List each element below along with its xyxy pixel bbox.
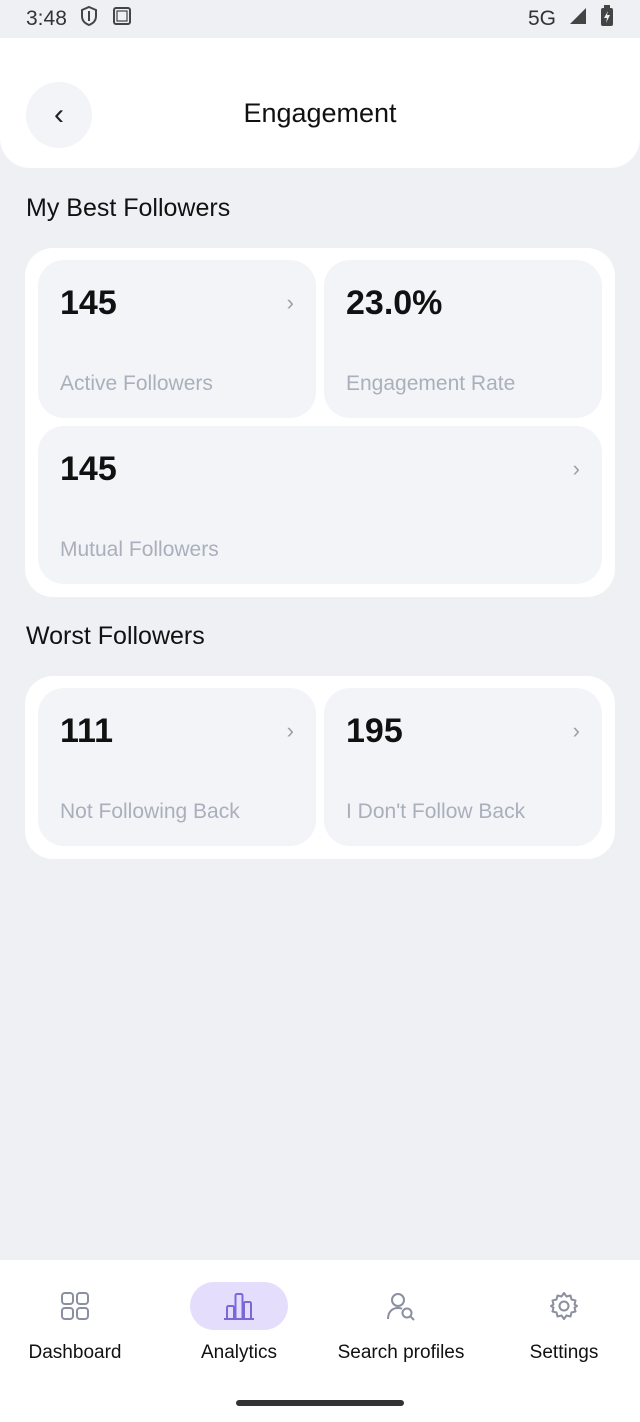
- mutual-followers-card[interactable]: 145 › Mutual Followers: [38, 426, 602, 584]
- nav-settings[interactable]: Settings: [484, 1282, 640, 1382]
- nav-settings-label: Settings: [529, 1342, 599, 1363]
- status-left: 3:48: [26, 5, 133, 33]
- mutual-followers-label: Mutual Followers: [60, 538, 219, 561]
- dont-follow-back-card[interactable]: 195 › I Don't Follow Back: [324, 688, 602, 846]
- active-followers-card[interactable]: 145 › Active Followers: [38, 260, 316, 418]
- nav-dashboard-label: Dashboard: [28, 1342, 122, 1363]
- engagement-rate-label: Engagement Rate: [346, 372, 516, 395]
- screen: 3:48 5G ‹ Engagement My Best Followers 1…: [0, 0, 640, 1422]
- gear-icon: [515, 1282, 613, 1330]
- active-followers-label: Active Followers: [60, 372, 213, 395]
- network-label: 5G: [527, 7, 556, 30]
- chevron-right-icon: ›: [572, 456, 580, 481]
- engagement-rate-card[interactable]: 23.0% Engagement Rate: [324, 260, 602, 418]
- nav-search-profiles[interactable]: Search profiles: [321, 1282, 481, 1382]
- chevron-right-icon: ›: [286, 718, 294, 743]
- status-right: 5G: [528, 5, 614, 33]
- chevron-right-icon: ›: [572, 718, 580, 743]
- bottom-nav: Dashboard Analytics Search profiles Sett…: [0, 1260, 640, 1422]
- page-title: Engagement: [243, 98, 397, 128]
- chevron-right-icon: ›: [286, 290, 294, 315]
- worst-followers-panel: 111 › Not Following Back 195 › I Don't F…: [25, 676, 615, 859]
- not-following-back-card[interactable]: 111 › Not Following Back: [38, 688, 316, 846]
- dont-follow-back-label: I Don't Follow Back: [346, 800, 526, 823]
- header: ‹ Engagement: [0, 38, 640, 168]
- not-following-back-value: 111: [60, 712, 113, 750]
- engagement-rate-value: 23.0%: [346, 284, 443, 322]
- mutual-followers-value: 145: [60, 450, 117, 488]
- best-followers-title: My Best Followers: [26, 194, 231, 222]
- best-followers-panel: 145 › Active Followers 23.0% Engagement …: [25, 248, 615, 597]
- user-search-icon: [352, 1282, 450, 1330]
- active-followers-value: 145: [60, 284, 117, 322]
- status-bar: 3:48 5G: [0, 0, 640, 38]
- bar-chart-icon: [190, 1282, 288, 1330]
- status-time: 3:48: [26, 7, 67, 30]
- battery-charging-icon: [600, 5, 614, 33]
- screen-icon: [111, 5, 133, 33]
- not-following-back-label: Not Following Back: [60, 800, 240, 823]
- shield-icon: [79, 5, 99, 33]
- home-indicator[interactable]: [236, 1400, 404, 1406]
- nav-analytics[interactable]: Analytics: [159, 1282, 319, 1382]
- grid-icon: [26, 1282, 124, 1330]
- nav-search-profiles-label: Search profiles: [337, 1342, 465, 1363]
- signal-icon: [568, 6, 588, 32]
- nav-dashboard[interactable]: Dashboard: [0, 1282, 155, 1382]
- worst-followers-title: Worst Followers: [26, 622, 205, 650]
- nav-analytics-label: Analytics: [200, 1342, 278, 1363]
- dont-follow-back-value: 195: [346, 712, 403, 750]
